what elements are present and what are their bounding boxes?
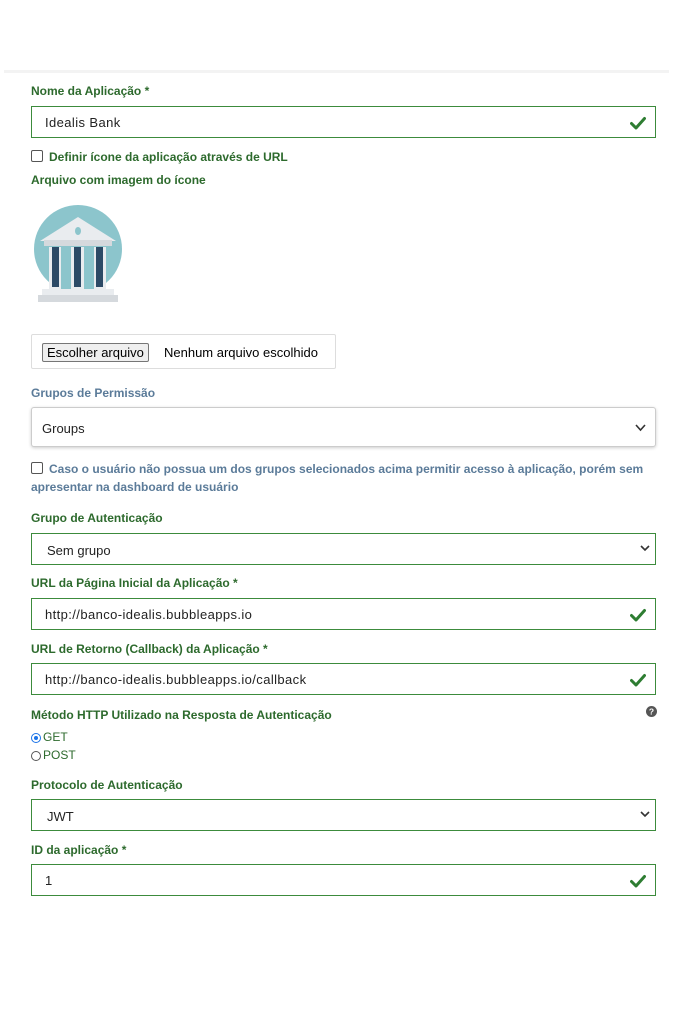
http-method-label: Método HTTP Utilizado na Resposta de Aut… [31,708,332,722]
bank-building-icon [34,205,122,302]
choose-file-button[interactable]: Escolher arquivo [42,343,149,362]
check-icon [630,674,646,687]
auth-group-label: Grupo de Autenticação [31,511,163,525]
radio-get[interactable] [31,733,41,743]
check-icon [630,609,646,622]
icon-file-label: Arquivo com imagem do ícone [31,173,206,187]
file-input[interactable]: Escolher arquivo Nenhum arquivo escolhid… [31,334,336,369]
icon-url-checkbox-label: Definir ícone da aplicação através de UR… [49,150,288,164]
http-method-post-radio[interactable]: POST [31,748,76,762]
home-url-label: URL da Página Inicial da Aplicação * [31,576,238,590]
auth-group-select[interactable]: Sem grupo [31,533,656,565]
chevron-down-icon [635,424,646,432]
home-url-value: http://banco-idealis.bubbleapps.io [45,607,253,622]
permission-access-checkbox-row[interactable]: Caso o usuário não possua um dos grupos … [31,460,656,496]
app-name-input[interactable]: Idealis Bank [31,106,656,138]
callback-url-value: http://banco-idealis.bubbleapps.io/callb… [45,672,307,687]
radio-post[interactable] [31,751,41,761]
radio-post-label: POST [43,748,76,762]
callback-url-label: URL de Retorno (Callback) da Aplicação * [31,642,268,656]
http-method-get-radio[interactable]: GET [31,730,68,744]
check-icon [630,875,646,888]
permission-access-checkbox[interactable] [31,462,43,474]
radio-get-label: GET [43,730,68,744]
callback-url-input[interactable]: http://banco-idealis.bubbleapps.io/callb… [31,663,656,695]
permission-groups-select[interactable]: Groups [31,407,656,447]
no-file-text: Nenhum arquivo escolhido [164,345,318,360]
auth-group-value: Sem grupo [47,543,111,558]
chevron-down-icon [640,811,650,818]
check-icon [630,117,646,130]
permission-access-checkbox-label: Caso o usuário não possua um dos grupos … [31,462,644,494]
app-id-input[interactable]: 1 [31,864,656,896]
icon-url-checkbox-row[interactable]: Definir ícone da aplicação através de UR… [31,150,288,164]
home-url-input[interactable]: http://banco-idealis.bubbleapps.io [31,598,656,630]
question-icon[interactable]: ? [646,706,657,717]
auth-protocol-label: Protocolo de Autenticação [31,778,183,792]
icon-url-checkbox[interactable] [31,150,43,162]
permission-groups-value: Groups [42,421,85,436]
app-name-value: Idealis Bank [45,115,121,130]
chevron-down-icon [640,545,650,552]
app-name-label: Nome da Aplicação * [31,84,150,98]
svg-text:?: ? [649,707,654,717]
app-id-value: 1 [45,873,53,888]
auth-protocol-select[interactable]: JWT [31,799,656,831]
auth-protocol-value: JWT [47,809,74,824]
app-id-label: ID da aplicação * [31,843,127,857]
permission-groups-label: Grupos de Permissão [31,386,156,400]
